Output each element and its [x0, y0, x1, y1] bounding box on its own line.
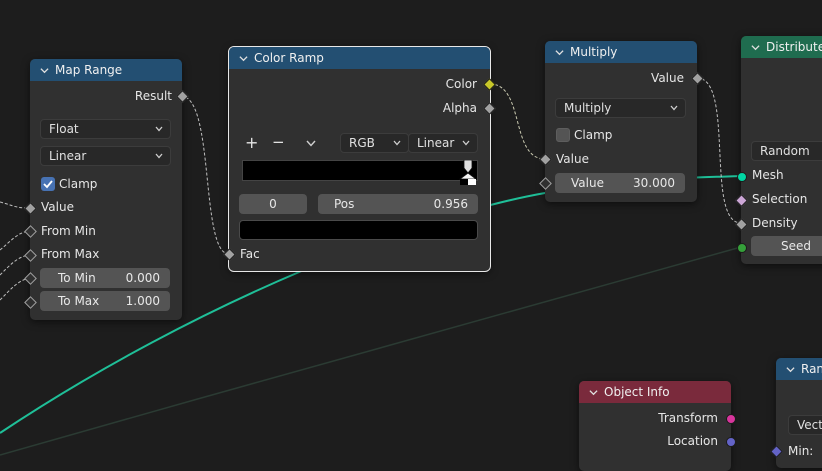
to-max-label: To Max [58, 294, 100, 308]
stop-color-swatch[interactable] [239, 220, 478, 240]
location-output-socket[interactable] [726, 437, 736, 447]
pos-value: 0.956 [433, 197, 468, 211]
distribute-title: Distribute [766, 40, 822, 54]
random-type-value: Vect [797, 418, 822, 432]
seed-field[interactable]: Seed [751, 236, 822, 256]
chevron-down-icon [155, 126, 163, 132]
chevron-down-icon[interactable] [589, 388, 598, 397]
seed-label: Seed [781, 239, 811, 253]
map-range-result-row: Result [135, 86, 172, 106]
result-label: Result [134, 89, 172, 103]
link-left-tomin [0, 277, 31, 301]
alpha-output-label: Alpha [442, 101, 477, 115]
chevron-down-icon[interactable] [555, 48, 564, 57]
random-value-node[interactable]: Ran Vect Min: [770, 358, 822, 468]
multiply-clamp-label: Clamp [574, 128, 613, 142]
random-type-dropdown[interactable]: Vect [788, 415, 822, 435]
ramp-interpolation-dropdown[interactable]: Linear [408, 133, 478, 153]
random-value-header[interactable]: Ran [776, 358, 822, 380]
multiply-node[interactable]: Multiply Value Multiply Clamp Value Valu… [539, 41, 704, 202]
object-info-title: Object Info [604, 385, 670, 399]
fac-input-label: Fac [240, 247, 260, 261]
clamp-checkbox[interactable] [41, 177, 55, 191]
chevron-down-icon [393, 140, 401, 146]
to-min-value: 0.000 [125, 271, 160, 285]
multiply-header[interactable]: Multiply [545, 41, 697, 63]
clamp-label: Clamp [59, 177, 98, 191]
stop-index-field[interactable]: 0 [239, 194, 307, 214]
multiply-clamp-checkbox[interactable] [556, 128, 570, 142]
pos-label: Pos [334, 197, 355, 211]
color-ramp-gradient-bar[interactable] [242, 160, 478, 181]
from-min-label: From Min [41, 224, 96, 238]
transform-output-socket[interactable] [726, 414, 736, 424]
color-mode-dropdown[interactable]: RGB [340, 133, 409, 153]
distribute-header[interactable]: Distribute [741, 36, 822, 58]
value-input-label: Value [41, 200, 74, 214]
color-ramp-node[interactable]: Color Ramp Color Alpha + − RGB Linear 0 … [223, 46, 496, 272]
map-range-header[interactable]: Map Range [30, 59, 182, 81]
color-mode-value: RGB [349, 136, 375, 150]
chevron-down-icon[interactable] [786, 365, 795, 374]
to-min-label: To Min [58, 271, 96, 285]
multiply-value-input-label: Value [556, 152, 589, 166]
multiply-value-field-value: 30.000 [633, 176, 675, 190]
multiply-output-label: Value [651, 71, 684, 85]
selection-input-label: Selection [752, 192, 808, 206]
map-range-node[interactable]: Map Range Result Float Linear Clamp Valu… [24, 59, 189, 320]
interpolation-dropdown[interactable]: Linear [40, 146, 171, 166]
color-output-label: Color [445, 77, 477, 91]
from-max-label: From Max [41, 247, 100, 261]
object-info-node[interactable]: Object Info Transform Location [579, 381, 736, 471]
chevron-down-icon[interactable] [306, 140, 316, 148]
chevron-down-icon [462, 140, 470, 146]
distribute-mode-value: Random [760, 144, 810, 158]
multiply-title: Multiply [570, 45, 618, 59]
map-range-title: Map Range [55, 63, 123, 77]
chevron-down-icon [155, 153, 163, 159]
distribute-mode-dropdown[interactable]: Random [751, 141, 822, 161]
density-input-label: Density [752, 216, 798, 230]
chevron-down-icon[interactable] [40, 66, 49, 75]
distribute-points-node[interactable]: Distribute Random Mesh Selection Density… [735, 36, 822, 264]
chevron-down-icon[interactable] [239, 54, 248, 63]
seed-input-socket[interactable] [737, 243, 747, 253]
color-ramp-title: Color Ramp [254, 51, 324, 65]
chevron-down-icon [670, 105, 678, 111]
color-ramp-header[interactable]: Color Ramp [229, 47, 490, 69]
to-max-field[interactable]: To Max 1.000 [40, 291, 170, 311]
remove-stop-button[interactable]: − [272, 133, 285, 151]
multiply-value-field-label: Value [571, 176, 604, 190]
chevron-down-icon[interactable] [751, 43, 760, 52]
mesh-input-label: Mesh [752, 168, 784, 182]
random-value-title: Ran [801, 362, 822, 376]
multiply-value-field[interactable]: Value 30.000 [555, 173, 685, 193]
stop-position-field[interactable]: Pos 0.956 [318, 194, 478, 214]
min-input-label: Min: [788, 444, 814, 458]
to-min-field[interactable]: To Min 0.000 [40, 268, 170, 288]
link-value-to-density [696, 77, 742, 224]
link-result-to-fac [180, 95, 230, 255]
link-color-to-value [489, 83, 546, 160]
mesh-input-socket[interactable] [737, 172, 747, 182]
stop-index-value: 0 [269, 197, 277, 211]
operation-value: Multiply [564, 101, 612, 115]
operation-dropdown[interactable]: Multiply [555, 98, 686, 118]
data-type-dropdown[interactable]: Float [40, 119, 171, 139]
add-stop-button[interactable]: + [245, 133, 258, 152]
transform-output-label: Transform [658, 411, 718, 425]
object-info-header[interactable]: Object Info [579, 381, 731, 403]
interpolation-value: Linear [49, 149, 87, 163]
color-stop-marker-icon[interactable] [457, 160, 483, 186]
location-output-label: Location [667, 434, 718, 448]
data-type-value: Float [49, 122, 79, 136]
to-max-value: 1.000 [125, 294, 160, 308]
ramp-interpolation-value: Linear [417, 136, 455, 150]
link-left-frommax [0, 254, 31, 276]
checkmark-icon [43, 180, 53, 189]
